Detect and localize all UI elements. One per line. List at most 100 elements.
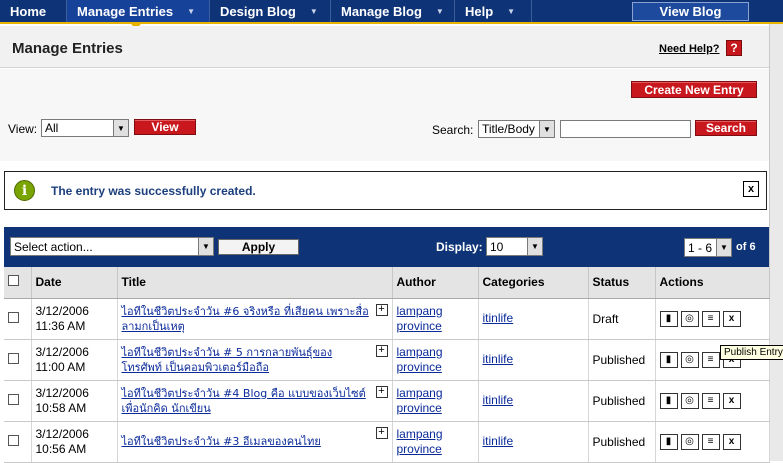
entry-date: 3/12/2006 — [35, 303, 89, 318]
status-cell: Published — [588, 339, 656, 381]
publish-icon[interactable]: ≡ — [701, 392, 720, 409]
header-title[interactable]: Title — [117, 267, 393, 299]
author-link-line2[interactable]: province — [397, 442, 474, 457]
need-help-link[interactable]: Need Help? — [659, 43, 720, 55]
close-icon[interactable]: x — [743, 181, 759, 197]
actions-cell: ▮◎≡x — [655, 298, 770, 340]
success-message: i The entry was successfully created. x — [4, 171, 767, 210]
header-author[interactable]: Author — [392, 267, 479, 299]
row-checkbox[interactable] — [8, 352, 19, 364]
author-link-line2[interactable]: province — [397, 401, 474, 416]
category-link[interactable]: itinlife — [483, 393, 584, 408]
header-categories[interactable]: Categories — [478, 267, 589, 299]
chevron-down-icon[interactable]: ▼ — [539, 121, 554, 137]
row-checkbox-cell[interactable] — [4, 421, 32, 463]
search-field-value: Title/Body — [482, 122, 535, 136]
apply-button[interactable]: Apply — [218, 239, 299, 255]
category-link[interactable]: itinlife — [483, 434, 584, 449]
category-cell: itinlife — [478, 380, 589, 422]
author-link[interactable]: lampang — [397, 304, 474, 319]
expand-plus-icon[interactable]: + — [375, 303, 388, 316]
nav-manage-blog[interactable]: Manage Blog ▼ — [331, 0, 455, 22]
header-select-all[interactable] — [4, 267, 32, 299]
create-new-entry-button[interactable]: Create New Entry — [631, 81, 757, 98]
row-checkbox-cell[interactable] — [4, 298, 32, 340]
display-select[interactable]: 10 ▼ — [486, 237, 543, 256]
actions-cell: ▮◎≡x — [655, 380, 770, 422]
chevron-down-icon[interactable]: ▼ — [113, 120, 128, 136]
delete-icon[interactable]: x — [722, 392, 741, 409]
stats-icon[interactable]: ▮ — [659, 310, 678, 327]
list-action-bar: Select action... ▼ Apply Display: 10 ▼ 1… — [4, 227, 769, 267]
row-checkbox[interactable] — [8, 393, 19, 405]
header-status[interactable]: Status — [588, 267, 656, 299]
expand-plus-icon[interactable]: + — [375, 344, 388, 357]
search-button[interactable]: Search — [695, 120, 757, 136]
stats-icon[interactable]: ▮ — [659, 433, 678, 450]
chevron-down-icon[interactable]: ▼ — [310, 7, 318, 16]
view-select-value: All — [45, 121, 59, 135]
page-select[interactable]: 1 - 6 ▼ — [684, 238, 732, 257]
author-link[interactable]: lampang — [397, 386, 474, 401]
window-scrollbar[interactable] — [769, 24, 783, 461]
status-cell: Published — [588, 380, 656, 422]
category-link[interactable]: itinlife — [483, 352, 584, 367]
nav-design-blog[interactable]: Design Blog ▼ — [210, 0, 331, 22]
status-text: Published — [592, 393, 646, 408]
header-date[interactable]: Date — [31, 267, 118, 299]
chevron-down-icon[interactable]: ▼ — [716, 239, 731, 256]
preview-icon[interactable]: ◎ — [680, 351, 699, 368]
delete-icon[interactable]: x — [722, 310, 741, 327]
view-select[interactable]: All ▼ — [41, 119, 129, 137]
chevron-down-icon[interactable]: ▼ — [436, 7, 444, 16]
nav-manage-entries[interactable]: Manage Entries ▼ — [67, 0, 210, 22]
help-icon[interactable]: ? — [726, 40, 742, 56]
expand-plus-icon[interactable]: + — [375, 385, 388, 398]
chevron-down-icon[interactable]: ▼ — [198, 238, 213, 255]
search-input[interactable] — [560, 120, 691, 138]
stats-icon[interactable]: ▮ — [659, 351, 678, 368]
view-button[interactable]: View — [134, 119, 196, 135]
view-label: View: — [8, 122, 38, 136]
entry-title-link[interactable]: ไอทีในชีวิตประจำวัน #3 อีเมลของคนไทย — [122, 434, 388, 449]
action-icons: ▮◎≡x — [659, 310, 765, 327]
search-field-select[interactable]: Title/Body ▼ — [478, 120, 555, 138]
delete-icon[interactable]: x — [722, 433, 741, 450]
row-checkbox-cell[interactable] — [4, 339, 32, 381]
nav-help[interactable]: Help ▼ — [455, 0, 532, 22]
category-link[interactable]: itinlife — [483, 311, 584, 326]
expand-plus-icon[interactable]: + — [375, 426, 388, 439]
publish-icon[interactable]: ≡ — [701, 351, 720, 368]
preview-icon[interactable]: ◎ — [680, 433, 699, 450]
entry-title-link[interactable]: ไอทีในชีวิตประจำวัน #4 Blog คือ แบบของเว… — [122, 386, 388, 416]
publish-icon[interactable]: ≡ — [701, 433, 720, 450]
page-header: Manage Entries Need Help? ? — [0, 26, 769, 68]
author-link[interactable]: lampang — [397, 427, 474, 442]
select-all-checkbox[interactable] — [8, 275, 19, 287]
row-checkbox[interactable] — [8, 434, 19, 446]
entry-title-link[interactable]: ไอทีในชีวิตประจำวัน # 5 การกลายพันธุ์ของ… — [122, 345, 388, 375]
author-link-line2[interactable]: province — [397, 360, 474, 375]
chevron-down-icon[interactable]: ▼ — [507, 7, 515, 16]
view-blog-button[interactable]: View Blog — [632, 2, 749, 21]
chevron-down-icon[interactable]: ▼ — [527, 238, 542, 255]
row-checkbox[interactable] — [8, 311, 19, 323]
preview-icon[interactable]: ◎ — [680, 392, 699, 409]
entry-title-link[interactable]: ไอทีในชีวิตประจำวัน #6 จริงหรือ ที่เสียค… — [122, 304, 388, 334]
entry-time: 10:58 AM — [35, 400, 87, 415]
top-nav: Home Manage Entries ▼ Design Blog ▼ Mana… — [0, 0, 783, 24]
row-checkbox-cell[interactable] — [4, 380, 32, 422]
author-link-line2[interactable]: province — [397, 319, 474, 334]
publish-icon[interactable]: ≡ — [701, 310, 720, 327]
entry-date: 3/12/2006 — [35, 426, 89, 441]
author-link[interactable]: lampang — [397, 345, 474, 360]
stats-icon[interactable]: ▮ — [659, 392, 678, 409]
chevron-down-icon[interactable]: ▼ — [187, 7, 195, 16]
author-cell: lampang province — [392, 298, 479, 340]
table-row: 3/12/2006 10:56 AM ไอทีในชีวิตประจำวัน #… — [4, 421, 770, 463]
preview-icon[interactable]: ◎ — [680, 310, 699, 327]
status-text: Published — [592, 352, 646, 367]
action-select[interactable]: Select action... ▼ — [10, 237, 214, 256]
nav-home[interactable]: Home — [0, 0, 67, 22]
message-text: The entry was successfully created. — [51, 184, 256, 198]
